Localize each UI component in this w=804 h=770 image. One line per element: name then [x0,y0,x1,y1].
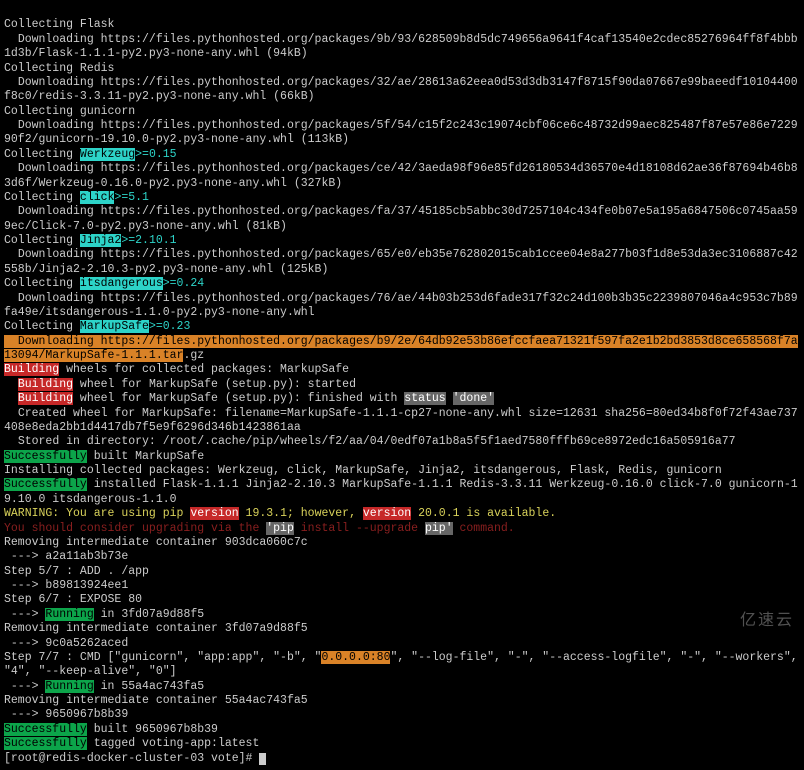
line: Collecting click>=5.1 [4,191,149,204]
line: ---> Running in 55a4ac743fa5 [4,680,204,693]
line: Successfully tagged voting-app:latest [4,737,259,750]
line: Stored in directory: /root/.cache/pip/wh… [4,435,736,448]
download-url-highlight: Downloading https://files.pythonhosted.o… [4,335,798,362]
success-highlight: Successfully [4,737,87,750]
status-highlight: status [404,392,445,405]
version-highlight: version [363,507,411,520]
line: ---> 9c0a5262aced [4,637,128,650]
line: Created wheel for MarkupSafe: filename=M… [4,407,798,434]
line: Removing intermediate container 903dca06… [4,536,308,549]
success-highlight: Successfully [4,478,87,491]
line: Downloading https://files.pythonhosted.o… [4,205,798,232]
line: Building wheel for MarkupSafe (setup.py)… [4,392,494,405]
line: Downloading https://files.pythonhosted.o… [4,33,798,60]
success-highlight: Successfully [4,723,87,736]
line: Collecting itsdangerous>=0.24 [4,277,204,290]
pkg-werkzeug: Werkzeug [80,148,135,161]
line: Downloading https://files.pythonhosted.o… [4,119,798,146]
line: Building wheel for MarkupSafe (setup.py)… [4,378,356,391]
success-highlight: Successfully [4,450,87,463]
prompt-line[interactable]: [root@redis-docker-cluster-03 vote]# [4,752,266,765]
line: Collecting Jinja2>=2.10.1 [4,234,177,247]
building-highlight: Building [18,378,73,391]
terminal-output[interactable]: Collecting Flask Downloading https://fil… [4,4,800,766]
done-highlight: 'done' [453,392,494,405]
line: Removing intermediate container 3fd07a9d… [4,622,308,635]
shell-prompt: [root@redis-docker-cluster-03 vote]# [4,752,259,765]
line: Collecting Flask [4,18,114,31]
line: Installing collected packages: Werkzeug,… [4,464,722,477]
line: You should consider upgrading via the 'p… [4,522,515,535]
line: Step 7/7 : CMD ["gunicorn", "app:app", "… [4,651,804,678]
line: Downloading https://files.pythonhosted.o… [4,292,798,319]
line: Removing intermediate container 55a4ac74… [4,694,308,707]
line: Downloading https://files.pythonhosted.o… [4,162,798,189]
line: Collecting Redis [4,62,114,75]
line: ---> 9650967b8b39 [4,708,128,721]
line: Building wheels for collected packages: … [4,363,349,376]
line: WARNING: You are using pip version 19.3.… [4,507,556,520]
line: ---> b89813924ee1 [4,579,128,592]
cursor-icon [259,753,266,765]
line: Downloading https://files.pythonhosted.o… [4,248,798,275]
line: Collecting gunicorn [4,105,135,118]
line: ---> a2a11ab3b73e [4,550,128,563]
line: Downloading https://files.pythonhosted.o… [4,76,798,103]
pkg-jinja2: Jinja2 [80,234,121,247]
building-highlight: Building [18,392,73,405]
line: Successfully built 9650967b8b39 [4,723,218,736]
line: Collecting Werkzeug>=0.15 [4,148,177,161]
line: ---> Running in 3fd07a9d88f5 [4,608,204,621]
line: Successfully built MarkupSafe [4,450,204,463]
running-highlight: Running [45,608,93,621]
watermark-logo: 亿速云 [740,611,794,631]
building-highlight: Building [4,363,59,376]
line: Successfully installed Flask-1.1.1 Jinja… [4,478,798,505]
gunicorn-bind-highlight: 0.0.0.0:80 [321,651,390,664]
pkg-click: click [80,191,115,204]
line: Step 5/7 : ADD . /app [4,565,149,578]
pkg-markupsafe: MarkupSafe [80,320,149,333]
line: Downloading https://files.pythonhosted.o… [4,335,798,362]
running-highlight: Running [45,680,93,693]
version-highlight: version [190,507,238,520]
line: Collecting MarkupSafe>=0.23 [4,320,190,333]
pip-highlight: pip' [425,522,453,535]
pip-highlight: 'pip [266,522,294,535]
pkg-itsdangerous: itsdangerous [80,277,163,290]
line: Step 6/7 : EXPOSE 80 [4,593,142,606]
